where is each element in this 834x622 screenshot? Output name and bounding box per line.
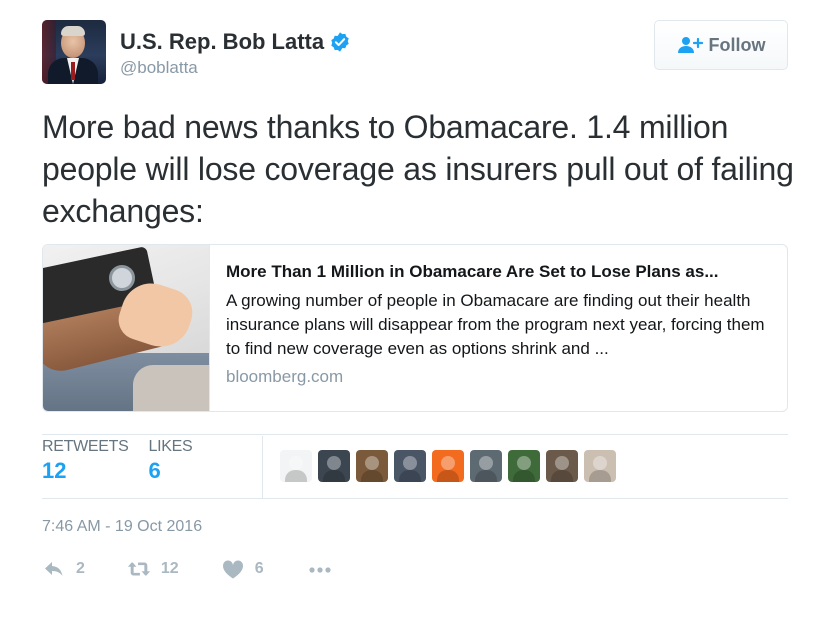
liker-avatar-5[interactable]: [432, 450, 464, 482]
card-image-sleeve: [133, 365, 209, 411]
reply-button[interactable]: 2: [42, 558, 85, 580]
more-dots-icon: [309, 567, 331, 573]
card-image-stethoscope: [109, 265, 135, 291]
liker-avatar-3[interactable]: [356, 450, 388, 482]
liker-avatar-1[interactable]: [280, 450, 312, 482]
tweet-text: More bad news thanks to Obamacare. 1.4 m…: [42, 109, 794, 229]
follow-user-plus-icon: [677, 37, 703, 53]
card-description: A growing number of people in Obamacare …: [226, 291, 765, 358]
liker-avatars: [280, 450, 622, 482]
reply-count: 2: [76, 560, 85, 577]
like-count: 6: [254, 560, 264, 577]
retweets-stat[interactable]: RETWEETS 12: [42, 438, 129, 484]
liker-avatar-1-shoulders: [285, 470, 307, 482]
liker-avatar-4-figure: [403, 456, 417, 470]
liker-avatar-6[interactable]: [470, 450, 502, 482]
avatar-tie: [71, 62, 75, 80]
liker-avatar-2[interactable]: [318, 450, 350, 482]
liker-avatar-9-shoulders: [589, 470, 611, 482]
author-handle[interactable]: @boblatta: [120, 58, 198, 78]
tweet-timestamp[interactable]: 7:46 AM - 19 Oct 2016: [42, 518, 202, 536]
liker-avatar-4-shoulders: [399, 470, 421, 482]
liker-avatar-2-figure: [327, 456, 341, 470]
retweet-icon: [127, 562, 150, 576]
likes-count: 6: [148, 458, 161, 483]
liker-avatar-3-figure: [365, 456, 379, 470]
liker-avatar-6-shoulders: [475, 470, 497, 482]
link-card[interactable]: More Than 1 Million in Obamacare Are Set…: [42, 244, 788, 412]
tweet-stats: RETWEETS 12 LIKES 6: [42, 438, 212, 484]
liker-avatar-8[interactable]: [546, 450, 578, 482]
liker-avatar-1-figure: [289, 456, 303, 470]
liker-avatar-6-figure: [479, 456, 493, 470]
card-domain[interactable]: bloomberg.com: [226, 367, 771, 387]
card-body: More Than 1 Million in Obamacare Are Set…: [210, 245, 787, 411]
author-avatar[interactable]: [42, 20, 106, 84]
liker-avatar-5-shoulders: [437, 470, 459, 482]
liker-avatar-7-shoulders: [513, 470, 535, 482]
author-name-row: U.S. Rep. Bob Latta: [120, 30, 351, 54]
stats-bottom-divider: [42, 498, 788, 499]
avatar-hair: [61, 26, 85, 36]
card-image: [43, 245, 210, 411]
reply-icon: [45, 562, 63, 576]
retweet-button[interactable]: 12: [127, 558, 179, 580]
stats-separator: [262, 436, 263, 498]
like-button[interactable]: 6: [221, 558, 264, 580]
liker-avatar-3-shoulders: [361, 470, 383, 482]
liker-avatar-5-figure: [441, 456, 455, 470]
retweet-count: 12: [160, 560, 179, 577]
liker-avatar-7[interactable]: [508, 450, 540, 482]
liker-avatar-8-shoulders: [551, 470, 573, 482]
likes-label: LIKES: [148, 438, 193, 455]
liker-avatar-9[interactable]: [584, 450, 616, 482]
liker-avatar-2-shoulders: [323, 470, 345, 482]
heart-icon: [222, 560, 243, 579]
retweets-label: RETWEETS: [42, 438, 129, 455]
tweet-actions: 2 12 6: [42, 558, 376, 580]
verified-badge-icon: [331, 32, 349, 52]
follow-button-label: Follow: [708, 34, 766, 55]
likes-stat[interactable]: LIKES 6: [149, 438, 193, 484]
card-title[interactable]: More Than 1 Million in Obamacare Are Set…: [226, 261, 771, 283]
liker-avatar-4[interactable]: [394, 450, 426, 482]
liker-avatar-7-figure: [517, 456, 531, 470]
retweets-count: 12: [42, 458, 67, 483]
stats-top-divider: [42, 434, 788, 435]
follow-button[interactable]: Follow: [654, 20, 788, 70]
more-button[interactable]: [306, 558, 334, 580]
author-display-name[interactable]: U.S. Rep. Bob Latta: [120, 30, 324, 54]
liker-avatar-9-figure: [593, 456, 607, 470]
liker-avatar-8-figure: [555, 456, 569, 470]
